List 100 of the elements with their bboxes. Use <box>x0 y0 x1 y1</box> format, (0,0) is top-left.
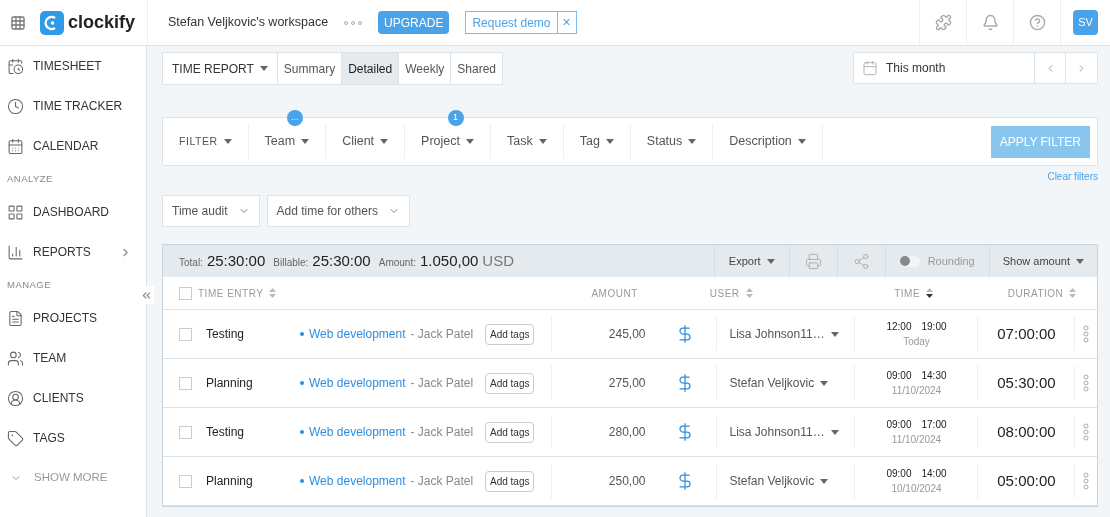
filter-dropdown[interactable]: Description <box>713 124 822 159</box>
export-button[interactable]: Export <box>713 245 789 277</box>
add-tags-button[interactable]: Add tags <box>485 323 535 345</box>
end-time[interactable]: 17:00 <box>921 417 947 432</box>
dropdown-button[interactable]: Add time for others <box>266 195 410 227</box>
project-link[interactable]: Web development <box>309 325 406 343</box>
people-icon <box>7 349 24 367</box>
filter-dropdown[interactable]: Team <box>248 124 326 159</box>
tag-icon <box>7 429 24 447</box>
user-dropdown[interactable]: Lisa Johnson11… <box>729 325 839 343</box>
user-dropdown[interactable]: Stefan Veljkovic <box>729 472 829 490</box>
end-time[interactable]: 19:00 <box>921 319 947 334</box>
show-amount-dropdown[interactable]: Show amount <box>988 245 1097 277</box>
amount-value: 1.050,00 <box>419 250 479 271</box>
client-name: - Jack Patel <box>410 375 474 392</box>
rounding-toggle[interactable] <box>899 255 920 267</box>
sidebar-item[interactable]: CALENDAR <box>0 126 146 166</box>
more-menu-icon[interactable] <box>1083 374 1090 392</box>
sidebar-item[interactable]: CLIENTS <box>0 378 146 418</box>
sidebar-item[interactable]: TIMESHEET <box>0 46 146 86</box>
add-tags-button[interactable]: Add tags <box>485 372 535 394</box>
apps-grid-icon[interactable] <box>10 14 26 31</box>
user-dropdown[interactable]: Lisa Johnson11… <box>729 423 839 441</box>
entry-description: Planning <box>206 473 254 490</box>
caret-icon <box>223 139 232 144</box>
amount-cell-text: 275,00 <box>608 375 646 392</box>
logo-icon <box>40 10 64 35</box>
client-name: - Jack Patel <box>410 424 474 441</box>
rounding-label: Rounding <box>927 253 975 269</box>
bar-chart-icon <box>7 243 24 261</box>
filter-dropdown[interactable]: Project <box>405 124 490 159</box>
filter-dropdown[interactable]: Tag <box>563 124 630 159</box>
dropdown-button[interactable]: Time audit <box>162 195 260 227</box>
project-link[interactable]: Web development <box>309 423 406 441</box>
more-menu-icon[interactable] <box>1083 423 1090 441</box>
filter-dropdown[interactable]: Client <box>326 124 405 159</box>
grid-icon <box>7 203 24 221</box>
sidebar-item[interactable]: TIME TRACKER <box>0 86 146 126</box>
more-menu-icon[interactable] <box>1083 325 1090 343</box>
start-time[interactable]: 09:00 <box>886 368 912 383</box>
amount-cell-text: 280,00 <box>608 424 646 441</box>
more-icon[interactable] <box>344 20 363 25</box>
select-all-checkbox[interactable] <box>179 286 192 300</box>
filter-dropdown[interactable]: Task <box>491 124 563 159</box>
client-name: - Jack Patel <box>410 326 474 343</box>
sidebar-item[interactable]: TAGS <box>0 418 146 458</box>
caret-icon <box>820 478 829 484</box>
more-menu-icon[interactable] <box>1083 472 1090 490</box>
sidebar-item[interactable]: TEAM <box>0 338 146 378</box>
share-icon[interactable] <box>852 252 870 270</box>
amount-label: Amount: <box>378 255 416 270</box>
caret-icon <box>830 331 839 337</box>
caret-icon <box>688 139 697 144</box>
caret-icon <box>380 139 389 144</box>
duration: 07:00:00 <box>997 323 1056 344</box>
workspace-name: Stefan Veljkovic's workspace <box>168 14 329 32</box>
start-time[interactable]: 09:00 <box>886 466 912 481</box>
sidebar-item[interactable]: PROJECTS <box>0 298 146 338</box>
print-icon[interactable] <box>804 252 822 270</box>
puzzle-icon[interactable] <box>934 14 952 31</box>
sidebar-item[interactable]: DASHBOARD <box>0 192 146 232</box>
duration: 05:00:00 <box>997 470 1056 491</box>
caret-icon <box>605 139 614 144</box>
end-time[interactable]: 14:00 <box>921 466 947 481</box>
row-checkbox[interactable] <box>179 425 192 439</box>
user-dropdown[interactable]: Stefan Veljkovic <box>729 374 829 392</box>
column-header: AMOUNT <box>591 286 638 301</box>
caret-icon <box>797 139 806 144</box>
sidebar-item[interactable]: REPORTS <box>0 232 146 272</box>
sort-icon[interactable] <box>926 288 934 298</box>
notification-icon[interactable] <box>981 14 999 31</box>
row-checkbox[interactable] <box>179 376 192 390</box>
calendar-icon <box>862 60 878 76</box>
caret-icon <box>538 139 547 144</box>
currency: USD <box>482 250 515 271</box>
start-time[interactable]: 09:00 <box>886 417 912 432</box>
help-icon[interactable] <box>1028 14 1046 31</box>
amount-cell-text: 250,00 <box>608 473 646 490</box>
client-name: - Jack Patel <box>410 473 474 490</box>
project-link[interactable]: Web development <box>309 374 406 392</box>
user-circle-icon <box>7 389 24 407</box>
start-time[interactable]: 12:00 <box>886 319 912 334</box>
report-type-dropdown[interactable]: TIME REPORT <box>163 53 278 84</box>
report-tab[interactable]: Shared <box>451 53 502 84</box>
add-tags-button[interactable]: Add tags <box>485 421 535 443</box>
project-link[interactable]: Web development <box>309 472 406 490</box>
report-tab[interactable]: Weekly <box>399 53 452 84</box>
caret-icon <box>301 139 310 144</box>
report-tab[interactable]: Detailed <box>342 53 400 84</box>
billable-value: 25:30:00 <box>312 250 371 271</box>
caret-icon <box>466 139 474 144</box>
row-checkbox[interactable] <box>179 327 192 341</box>
logo-text: clockify <box>68 11 136 34</box>
filter-dropdown[interactable]: Status <box>630 124 713 159</box>
row-checkbox[interactable] <box>179 474 192 488</box>
filter-label[interactable]: FILTER <box>163 124 249 159</box>
end-time[interactable]: 14:30 <box>921 368 947 383</box>
add-tags-button[interactable]: Add tags <box>485 470 535 492</box>
filter-count-badge: ... <box>286 109 303 126</box>
amount-cell-text: 245,00 <box>608 326 646 343</box>
